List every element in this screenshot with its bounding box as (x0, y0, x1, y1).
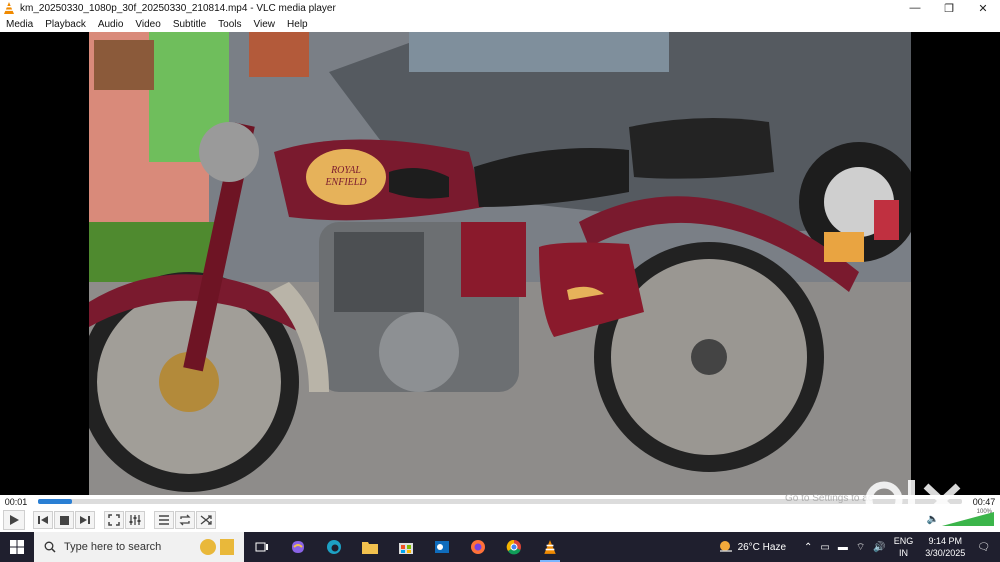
outlook-icon (435, 541, 449, 553)
volume-slider[interactable]: 100% (942, 509, 994, 526)
next-button[interactable] (75, 511, 95, 529)
firefox-icon (471, 540, 485, 554)
stop-button[interactable] (54, 511, 74, 529)
stop-icon (59, 515, 69, 525)
task-view-icon (255, 542, 268, 552)
vlc-cone-icon (4, 2, 14, 14)
speaker-icon[interactable]: 🔈 (927, 514, 939, 525)
activate-windows-text: Go to Settings to ac (785, 493, 873, 504)
window-title: km_20250330_1080p_30f_20250330_210814.mp… (20, 2, 336, 14)
edge-app[interactable] (316, 532, 352, 562)
meet-now-icon[interactable]: ▭ (820, 542, 829, 553)
chrome-icon (506, 539, 521, 555)
taskbar-search[interactable]: Type here to search (34, 532, 244, 562)
equalizer-icon (129, 515, 141, 525)
tank-logo-line1: ROYAL (330, 165, 361, 176)
file-explorer-app[interactable] (352, 532, 388, 562)
store-icon (399, 543, 413, 554)
windows-icon (10, 540, 24, 554)
search-highlight-icon (200, 539, 234, 555)
system-tray: 26°C Haze ⌃ ▭ ▬ ⌔ 🔊 ENG IN 9:14 PM 3/30/… (718, 532, 1000, 562)
outlook-app[interactable] (424, 532, 460, 562)
menu-video[interactable]: Video (129, 19, 166, 30)
shuffle-icon (200, 515, 212, 525)
battery-icon[interactable]: ▬ (838, 542, 848, 553)
menu-view[interactable]: View (248, 19, 282, 30)
search-placeholder: Type here to search (64, 541, 162, 553)
menu-media[interactable]: Media (0, 19, 39, 30)
total-time: 00:47 (972, 496, 996, 507)
loop-button[interactable] (175, 511, 195, 529)
seek-bar-progress (38, 499, 73, 504)
search-icon (44, 541, 56, 553)
language-top: ENG (893, 536, 914, 546)
chevron-up-icon[interactable]: ⌃ (804, 542, 812, 553)
edge-icon (327, 540, 341, 554)
task-view-button[interactable] (244, 532, 280, 562)
fullscreen-button[interactable] (104, 511, 124, 529)
playback-controls: 🔈 100% (0, 508, 1000, 532)
copilot-icon (292, 541, 304, 553)
playlist-icon (159, 515, 169, 525)
menu-subtitle[interactable]: Subtitle (167, 19, 212, 30)
notifications-icon[interactable]: 🗨 (977, 542, 990, 553)
maximize-button[interactable]: ❐ (932, 0, 966, 16)
weather-widget[interactable]: 26°C Haze (718, 540, 786, 554)
volume-label: 100% (976, 509, 992, 515)
language-indicator[interactable]: ENG IN (894, 535, 914, 559)
menu-playback[interactable]: Playback (39, 19, 92, 30)
random-button[interactable] (196, 511, 216, 529)
volume-tray-icon[interactable]: 🔊 (873, 542, 885, 553)
taskbar: Type here to search 26°C Haze ⌃ ▭ ▬ ⌔ 🔊 (0, 532, 1000, 562)
play-icon (10, 515, 19, 525)
folder-icon (362, 542, 378, 554)
firefox-app[interactable] (460, 532, 496, 562)
chrome-app[interactable] (496, 532, 532, 562)
video-area[interactable]: ROYAL ENFIELD (0, 32, 1000, 495)
fullscreen-icon (108, 514, 120, 526)
vlc-app[interactable] (532, 532, 568, 562)
clock-time: 9:14 PM (928, 536, 963, 546)
network-icon[interactable]: ⌔ (856, 541, 865, 554)
play-button[interactable] (3, 510, 25, 530)
clock-date: 3/30/2025 (925, 548, 966, 558)
playlist-button[interactable] (154, 511, 174, 529)
elapsed-time: 00:01 (4, 496, 28, 507)
menu-tools[interactable]: Tools (212, 19, 247, 30)
language-bottom: IN (898, 548, 908, 558)
extended-settings-button[interactable] (125, 511, 145, 529)
tank-logo-line2: ENFIELD (324, 177, 367, 188)
menu-audio[interactable]: Audio (92, 19, 130, 30)
vlc-cone-icon (544, 540, 556, 554)
menu-help[interactable]: Help (281, 19, 314, 30)
start-button[interactable] (0, 532, 34, 562)
weather-text: 26°C Haze (737, 541, 787, 553)
previous-button[interactable] (33, 511, 53, 529)
weather-haze-icon (719, 541, 732, 552)
menu-bar: Media Playback Audio Video Subtitle Tool… (0, 16, 1000, 32)
loop-icon (179, 514, 191, 526)
clock[interactable]: 9:14 PM 3/30/2025 (925, 535, 965, 559)
video-frame[interactable]: ROYAL ENFIELD (89, 32, 911, 495)
skip-back-icon (38, 516, 48, 524)
store-app[interactable] (388, 532, 424, 562)
close-button[interactable]: ✕ (966, 0, 1000, 16)
skip-forward-icon (80, 516, 90, 524)
title-bar: km_20250330_1080p_30f_20250330_210814.mp… (0, 0, 1000, 16)
minimize-button[interactable]: — (898, 0, 932, 16)
copilot-app[interactable] (280, 532, 316, 562)
volume-control[interactable]: 🔈 100% (927, 509, 994, 526)
